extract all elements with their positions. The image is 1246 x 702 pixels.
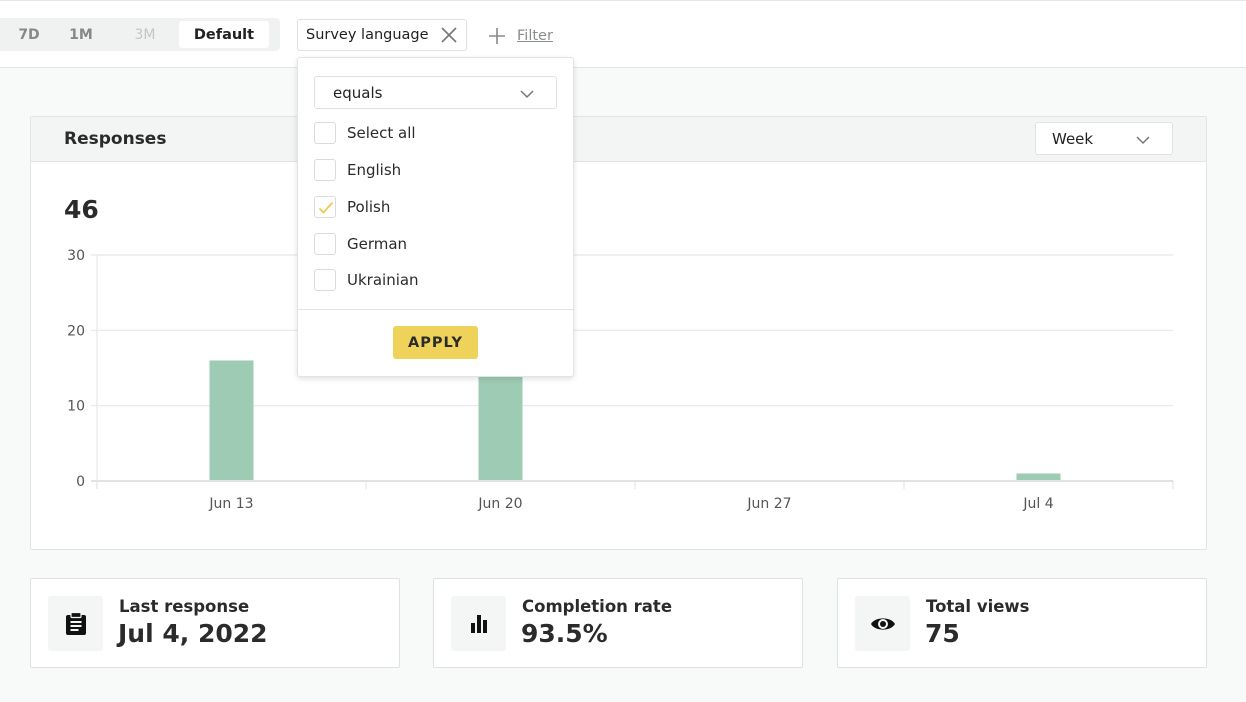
stat-value: 75 (925, 619, 960, 648)
clipboard-icon (48, 596, 103, 651)
stat-value: 93.5% (521, 619, 608, 648)
stat-label: Last response (119, 597, 250, 616)
chevron-down-icon (520, 87, 534, 101)
plus-icon (488, 27, 506, 45)
checkmark-icon (318, 201, 334, 214)
bar-jul-4 (1016, 473, 1061, 480)
option-select-all[interactable]: Select all (314, 121, 416, 145)
close-icon[interactable] (441, 27, 457, 43)
responses-bar-chart: 0 10 20 30 Jun 13 Jun 20 Jun 27 Jul 4 (67, 248, 1174, 512)
y-tick-label: 0 (76, 474, 85, 490)
add-filter-label: Filter (517, 28, 553, 44)
option-label: Polish (347, 198, 391, 216)
checkbox-checked[interactable] (314, 196, 336, 218)
y-tick-label: 20 (67, 323, 85, 339)
option-ukrainian[interactable]: Ukrainian (314, 268, 419, 292)
x-tick-label: Jul 4 (1022, 496, 1053, 512)
stat-value: Jul 4, 2022 (118, 619, 268, 648)
option-label: Select all (347, 124, 416, 142)
option-polish[interactable]: Polish (314, 195, 390, 219)
stat-label: Completion rate (522, 597, 673, 616)
range-1m-button[interactable]: 1M (51, 21, 111, 48)
range-3m-button[interactable]: 3M (111, 21, 179, 48)
stat-card-last-response: Last response Jul 4, 2022 (30, 578, 400, 668)
range-default-button[interactable]: Default (179, 21, 269, 48)
checkbox[interactable] (314, 122, 336, 144)
x-tick-label: Jun 27 (746, 496, 791, 512)
eye-icon (855, 596, 910, 651)
checkbox[interactable] (314, 269, 336, 291)
bar-chart-icon (451, 596, 506, 651)
checkbox[interactable] (314, 159, 336, 181)
filter-chip-label: Survey language (306, 27, 429, 43)
add-filter-button[interactable]: Filter (488, 25, 553, 47)
range-7d-button[interactable]: 7D (0, 21, 51, 48)
apply-button[interactable]: APPLY (393, 326, 478, 359)
x-tick-label: Jun 20 (477, 496, 522, 512)
option-label: Ukrainian (347, 271, 419, 289)
dropdown-divider (298, 309, 573, 310)
stat-card-total-views: Total views 75 (837, 578, 1207, 668)
stat-label: Total views (926, 597, 1030, 616)
date-range-group: 7D 1M 3M Default (0, 18, 280, 51)
responses-card: Responses Week 46 0 10 20 30 Jun 13 Jun 20 Jun… (30, 116, 1207, 550)
option-german[interactable]: German (314, 232, 407, 256)
checkbox[interactable] (314, 233, 336, 255)
toolbar: 7D 1M 3M Default Survey language Filter (0, 0, 1246, 68)
y-tick-label: 30 (67, 248, 85, 264)
bar-jun-13 (209, 360, 254, 480)
option-label: German (347, 235, 408, 253)
option-label: English (347, 161, 402, 179)
filter-dropdown: equals Select all English Polish German … (297, 57, 574, 377)
stat-card-completion-rate: Completion rate 93.5% (433, 578, 803, 668)
operator-select[interactable]: equals (314, 76, 557, 109)
operator-select-value: equals (333, 83, 383, 102)
x-tick-label: Jun 13 (208, 496, 253, 512)
y-tick-label: 10 (67, 399, 85, 415)
survey-language-filter-chip[interactable]: Survey language (297, 19, 467, 51)
option-english[interactable]: English (314, 158, 401, 182)
